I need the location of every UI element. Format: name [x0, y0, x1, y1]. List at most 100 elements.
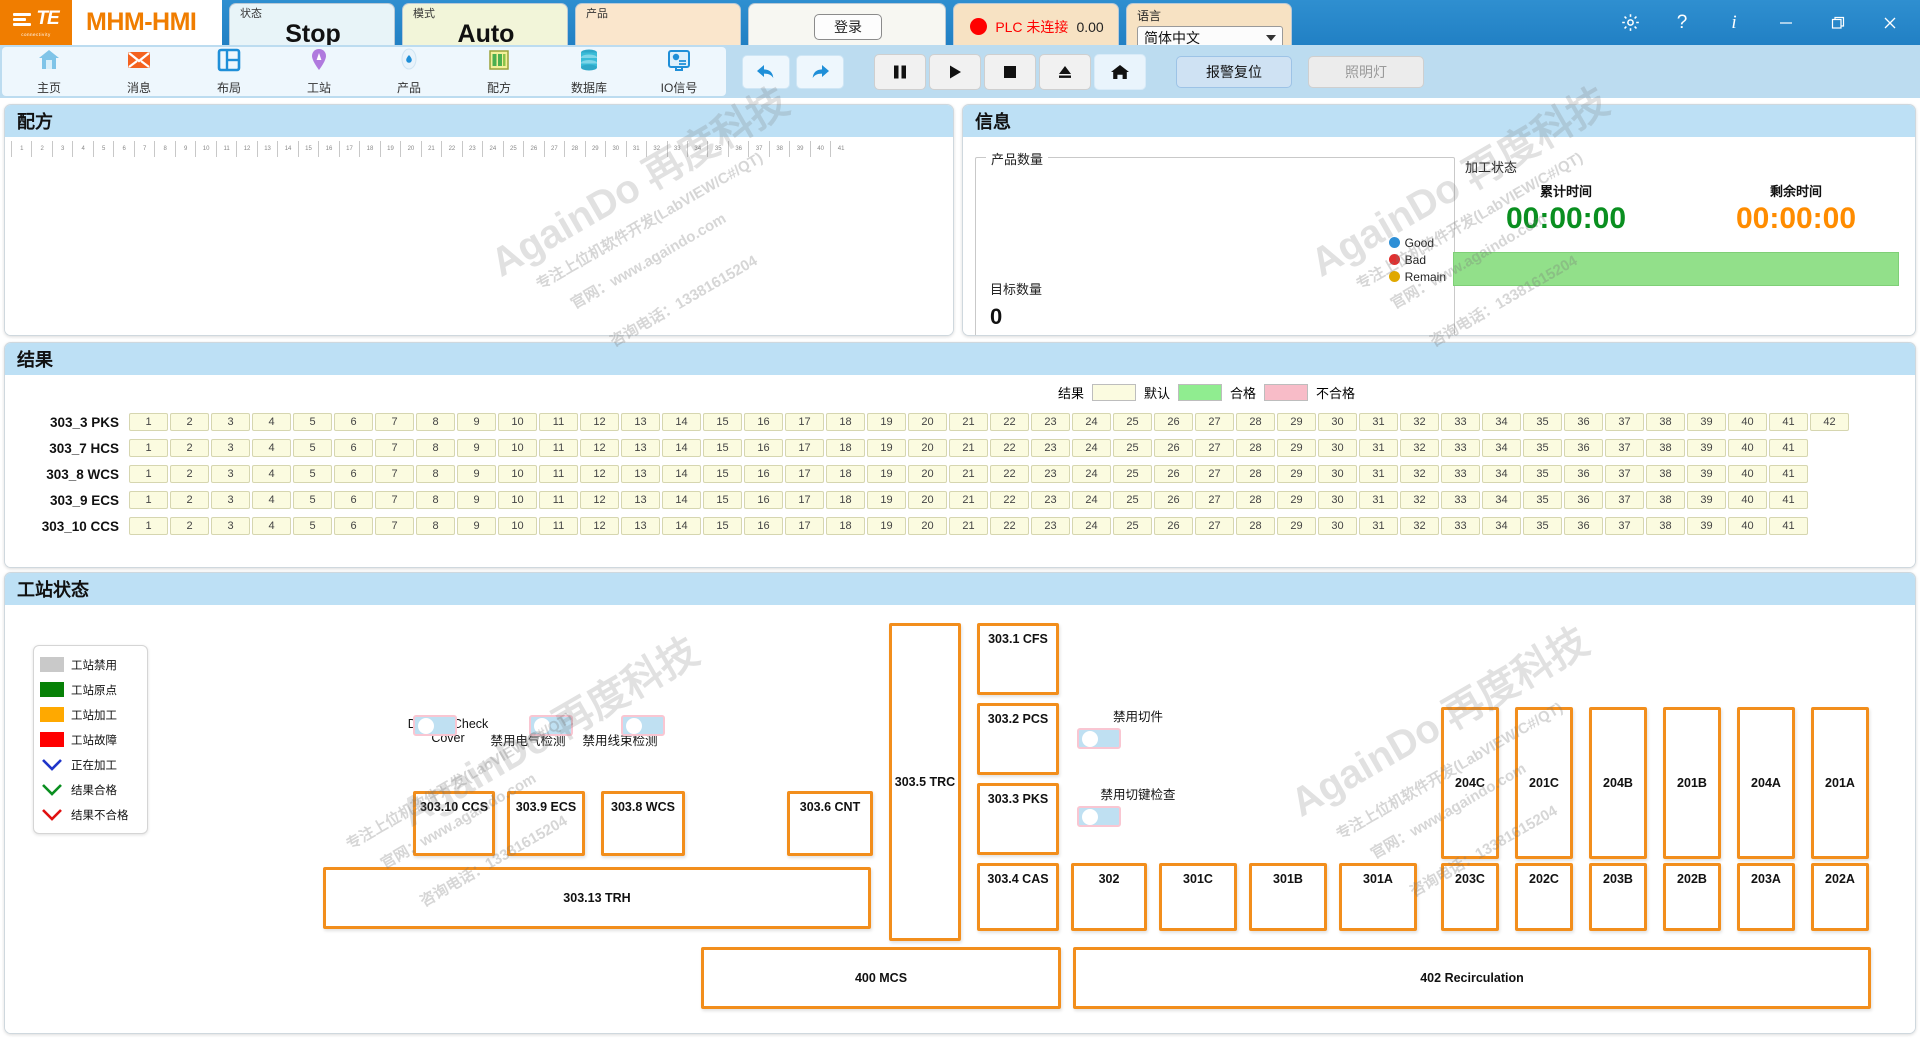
- result-cell[interactable]: 30: [1318, 413, 1357, 431]
- toolbar-item-8[interactable]: IO信号: [634, 48, 724, 95]
- result-cell[interactable]: 23: [1031, 413, 1070, 431]
- close-button[interactable]: [1864, 0, 1916, 45]
- result-cell[interactable]: 18: [826, 491, 865, 509]
- result-cell[interactable]: 23: [1031, 491, 1070, 509]
- result-cell[interactable]: 33: [1441, 413, 1480, 431]
- result-cell[interactable]: 7: [375, 491, 414, 509]
- result-cell[interactable]: 11: [539, 413, 578, 431]
- result-cell[interactable]: 32: [1400, 491, 1439, 509]
- alarm-reset-button[interactable]: 报警复位: [1176, 55, 1292, 88]
- result-cell[interactable]: 31: [1359, 517, 1398, 535]
- station-box[interactable]: 201B: [1663, 707, 1721, 859]
- station-box[interactable]: 203B: [1589, 863, 1647, 931]
- result-cell[interactable]: 9: [457, 413, 496, 431]
- result-cell[interactable]: 23: [1031, 465, 1070, 483]
- result-cell[interactable]: 38: [1646, 517, 1685, 535]
- help-button[interactable]: ?: [1656, 0, 1708, 45]
- result-cell[interactable]: 29: [1277, 413, 1316, 431]
- result-cell[interactable]: 10: [498, 491, 537, 509]
- result-cell[interactable]: 15: [703, 491, 742, 509]
- redo-button[interactable]: [796, 54, 844, 89]
- result-cell[interactable]: 25: [1113, 517, 1152, 535]
- result-cell[interactable]: 35: [1523, 439, 1562, 457]
- station-box[interactable]: 202B: [1663, 863, 1721, 931]
- result-cell[interactable]: 14: [662, 439, 701, 457]
- result-cell[interactable]: 27: [1195, 517, 1234, 535]
- result-cell[interactable]: 4: [252, 517, 291, 535]
- result-cell[interactable]: 17: [785, 465, 824, 483]
- eject-button[interactable]: [1039, 53, 1091, 90]
- station-box[interactable]: 303.3 PKS: [977, 783, 1059, 855]
- result-cell[interactable]: 8: [416, 413, 455, 431]
- result-cell[interactable]: 13: [621, 465, 660, 483]
- result-cell[interactable]: 6: [334, 491, 373, 509]
- result-cell[interactable]: 22: [990, 465, 1029, 483]
- result-cell[interactable]: 38: [1646, 491, 1685, 509]
- result-cell[interactable]: 19: [867, 491, 906, 509]
- result-cell[interactable]: 30: [1318, 465, 1357, 483]
- login-button[interactable]: 登录: [814, 13, 882, 40]
- toolbar-item-4[interactable]: 工站: [274, 48, 364, 95]
- result-cell[interactable]: 32: [1400, 517, 1439, 535]
- result-cell[interactable]: 11: [539, 491, 578, 509]
- toggle-switch[interactable]: [413, 715, 457, 736]
- result-cell[interactable]: 37: [1605, 439, 1644, 457]
- result-cell[interactable]: 5: [293, 517, 332, 535]
- result-cell[interactable]: 24: [1072, 491, 1111, 509]
- result-cell[interactable]: 35: [1523, 465, 1562, 483]
- result-cell[interactable]: 27: [1195, 439, 1234, 457]
- result-cell[interactable]: 22: [990, 413, 1029, 431]
- result-cell[interactable]: 2: [170, 413, 209, 431]
- result-cell[interactable]: 2: [170, 491, 209, 509]
- result-cell[interactable]: 21: [949, 413, 988, 431]
- result-cell[interactable]: 10: [498, 413, 537, 431]
- result-cell[interactable]: 25: [1113, 413, 1152, 431]
- result-cell[interactable]: 24: [1072, 465, 1111, 483]
- result-cell[interactable]: 5: [293, 465, 332, 483]
- result-cell[interactable]: 18: [826, 465, 865, 483]
- result-cell[interactable]: 14: [662, 517, 701, 535]
- result-cell[interactable]: 11: [539, 439, 578, 457]
- result-cell[interactable]: 5: [293, 413, 332, 431]
- light-button[interactable]: 照明灯: [1308, 55, 1424, 88]
- result-cell[interactable]: 3: [211, 413, 250, 431]
- result-cell[interactable]: 6: [334, 413, 373, 431]
- result-cell[interactable]: 4: [252, 413, 291, 431]
- result-cell[interactable]: 29: [1277, 439, 1316, 457]
- result-cell[interactable]: 2: [170, 517, 209, 535]
- result-cell[interactable]: 18: [826, 413, 865, 431]
- result-cell[interactable]: 9: [457, 439, 496, 457]
- station-box[interactable]: 303.9 ECS: [507, 791, 585, 856]
- result-cell[interactable]: 21: [949, 439, 988, 457]
- toggle-switch[interactable]: [1077, 806, 1121, 827]
- result-cell[interactable]: 11: [539, 517, 578, 535]
- result-cell[interactable]: 38: [1646, 439, 1685, 457]
- station-box[interactable]: 303.4 CAS: [977, 863, 1059, 931]
- result-cell[interactable]: 9: [457, 491, 496, 509]
- result-cell[interactable]: 32: [1400, 413, 1439, 431]
- toolbar-item-7[interactable]: 数据库: [544, 48, 634, 95]
- station-box[interactable]: 302: [1071, 863, 1147, 931]
- toggle-switch[interactable]: [1077, 728, 1121, 749]
- station-box[interactable]: 400 MCS: [701, 947, 1061, 1009]
- result-cell[interactable]: 31: [1359, 439, 1398, 457]
- result-cell[interactable]: 22: [990, 491, 1029, 509]
- result-cell[interactable]: 19: [867, 439, 906, 457]
- station-box[interactable]: 301C: [1159, 863, 1237, 931]
- result-cell[interactable]: 28: [1236, 491, 1275, 509]
- result-cell[interactable]: 40: [1728, 413, 1767, 431]
- result-cell[interactable]: 13: [621, 517, 660, 535]
- result-cell[interactable]: 24: [1072, 413, 1111, 431]
- result-cell[interactable]: 13: [621, 491, 660, 509]
- result-cell[interactable]: 32: [1400, 465, 1439, 483]
- result-cell[interactable]: 19: [867, 517, 906, 535]
- result-cell[interactable]: 1: [129, 491, 168, 509]
- station-box[interactable]: 303.6 CNT: [787, 791, 873, 856]
- result-cell[interactable]: 9: [457, 465, 496, 483]
- station-box[interactable]: 303.1 CFS: [977, 623, 1059, 695]
- result-cell[interactable]: 8: [416, 491, 455, 509]
- result-cell[interactable]: 30: [1318, 517, 1357, 535]
- result-cell[interactable]: 5: [293, 439, 332, 457]
- result-cell[interactable]: 7: [375, 439, 414, 457]
- result-cell[interactable]: 15: [703, 413, 742, 431]
